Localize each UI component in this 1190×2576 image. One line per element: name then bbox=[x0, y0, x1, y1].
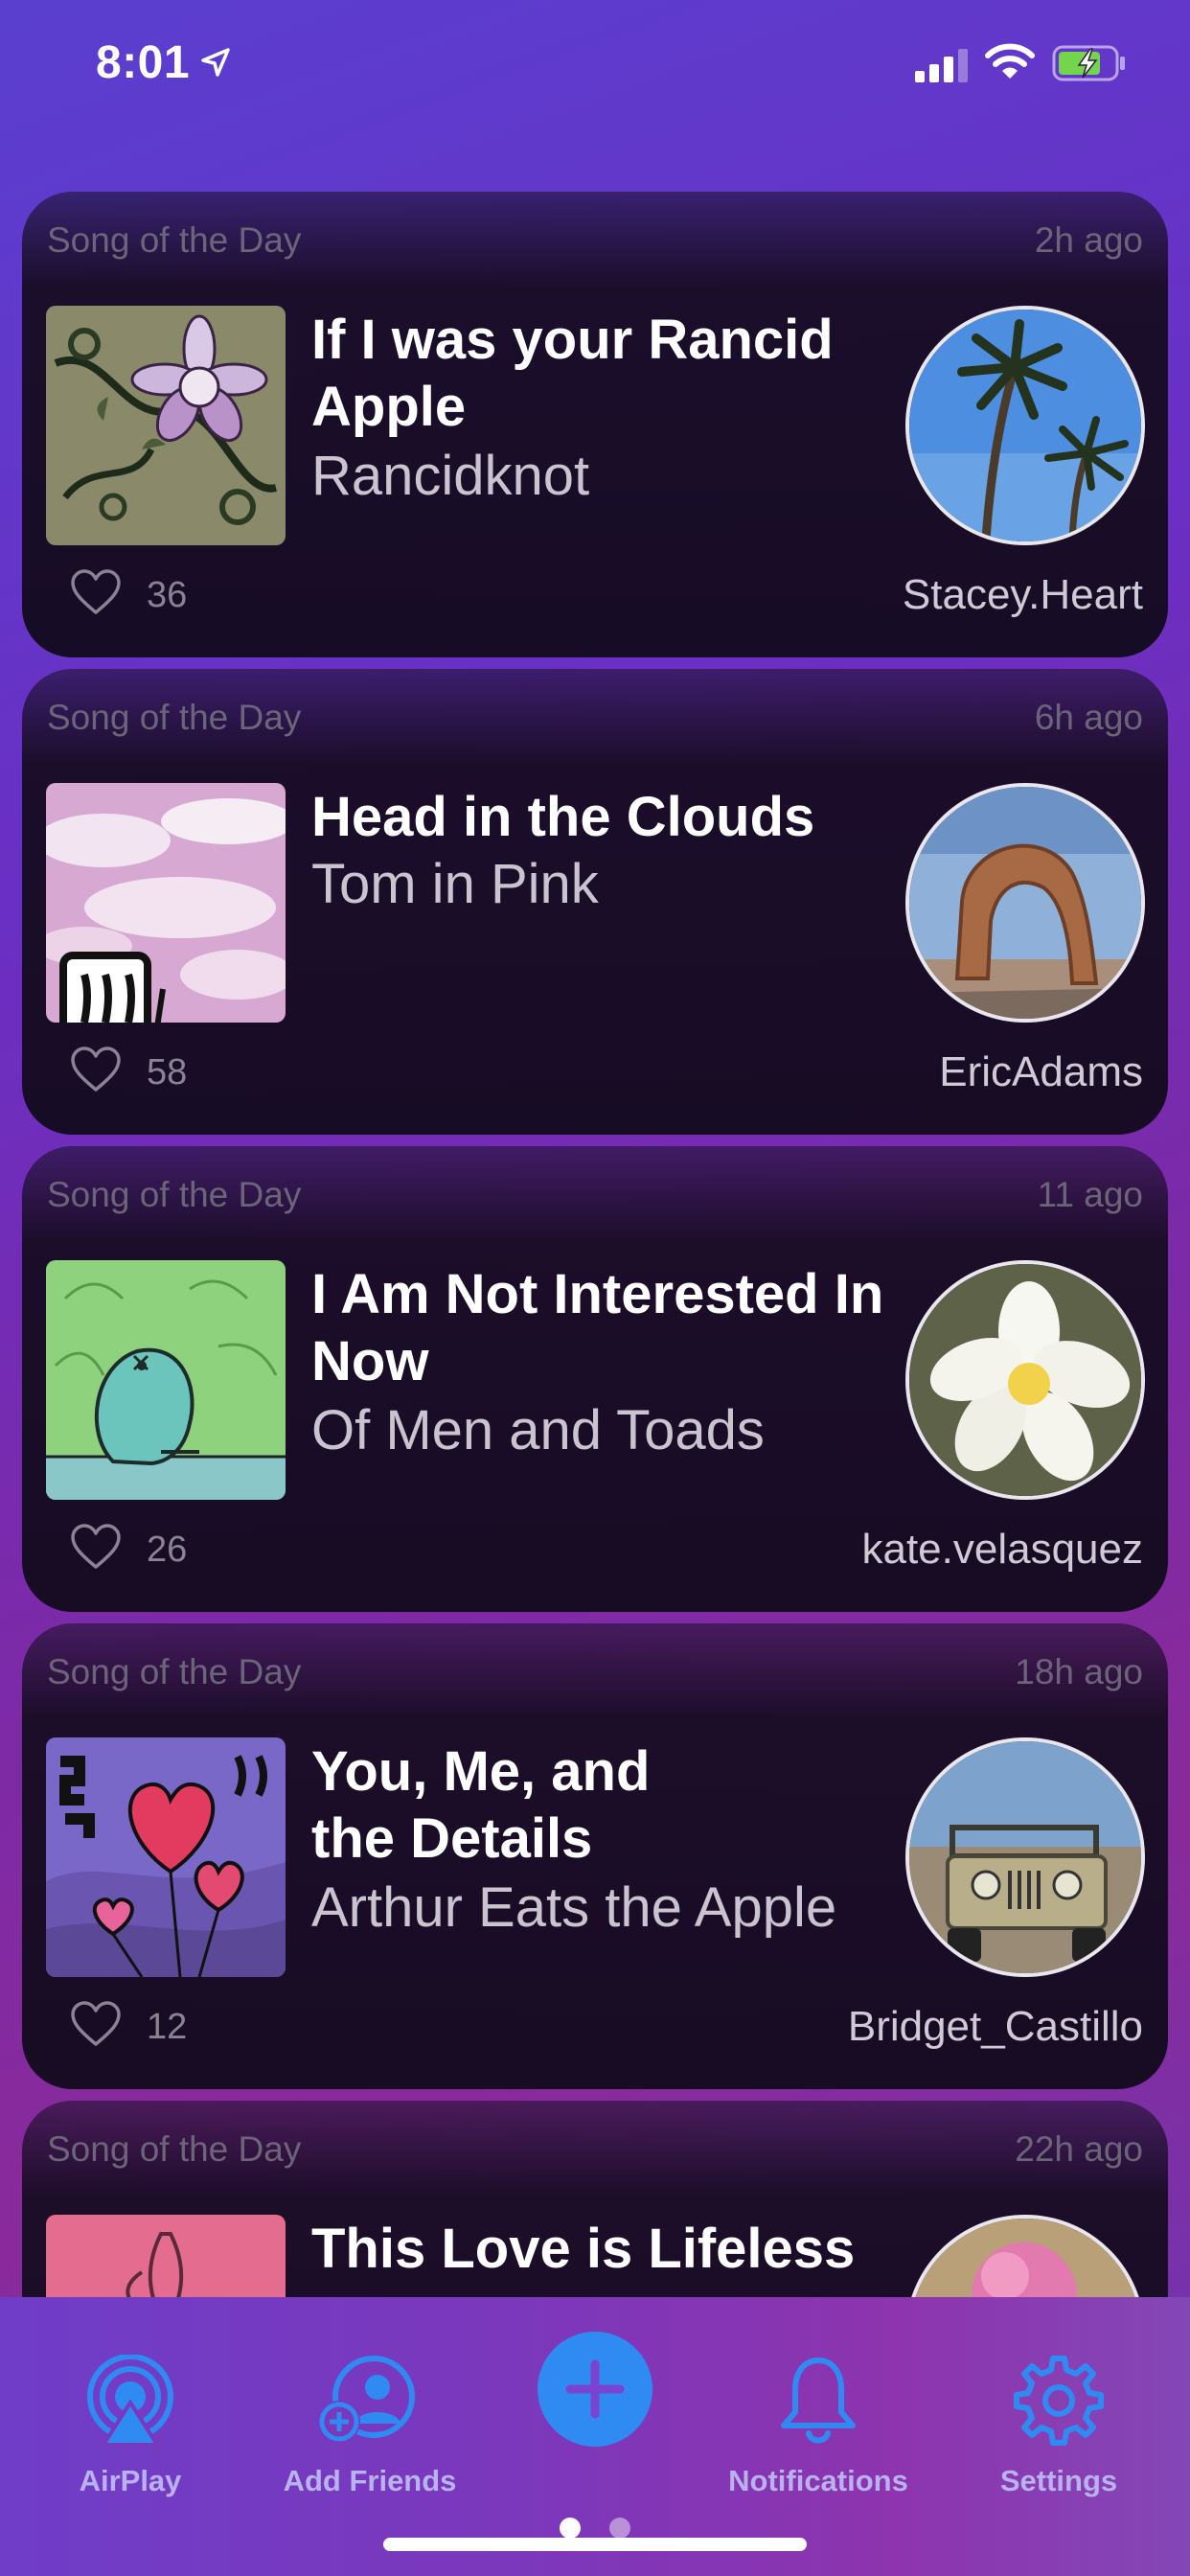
battery-charging-icon bbox=[1052, 45, 1125, 81]
song-artist[interactable]: Of Men and Toads bbox=[311, 1397, 765, 1464]
stone-arch-avatar[interactable] bbox=[905, 783, 1145, 1023]
username[interactable]: EricAdams bbox=[939, 1048, 1143, 1096]
song-artist[interactable]: Tom in Pink bbox=[311, 851, 599, 918]
tab-label: Add Friends bbox=[283, 2464, 457, 2497]
song-title[interactable]: If I was your Rancid Apple bbox=[311, 307, 905, 441]
location-arrow-icon bbox=[201, 48, 230, 77]
song-card[interactable]: Song of the Day 2h ago If I was your Ran… bbox=[22, 192, 1168, 657]
cellular-signal-icon bbox=[915, 49, 968, 82]
bell-icon bbox=[781, 2358, 856, 2444]
tab-notifications[interactable]: Notifications bbox=[722, 2355, 914, 2498]
pink-plant-album-art[interactable] bbox=[46, 2215, 286, 2297]
tab-airplay[interactable]: AirPlay bbox=[34, 2355, 226, 2498]
airplay-icon bbox=[87, 2355, 173, 2447]
song-title[interactable]: Head in the Clouds bbox=[311, 784, 905, 851]
card-label: Song of the Day bbox=[47, 1175, 302, 1214]
song-title[interactable]: This Love is Lifeless bbox=[311, 2216, 982, 2283]
username[interactable]: Stacey.Heart bbox=[903, 571, 1143, 619]
tab-label: Notifications bbox=[728, 2464, 908, 2497]
page-dot[interactable] bbox=[609, 2518, 630, 2539]
white-flower-avatar[interactable] bbox=[905, 1260, 1145, 1500]
pink-clouds-album-art[interactable] bbox=[46, 783, 286, 1023]
tab-settings[interactable]: Settings bbox=[963, 2355, 1155, 2498]
song-card[interactable]: Song of the Day 22h ago This Love is Lif… bbox=[22, 2101, 1168, 2297]
gear-icon bbox=[1014, 2356, 1104, 2446]
home-indicator[interactable] bbox=[383, 2538, 807, 2551]
page-dot-active[interactable] bbox=[560, 2518, 581, 2539]
add-friend-icon bbox=[318, 2356, 415, 2443]
heart-icon[interactable] bbox=[70, 2000, 122, 2048]
tab-label: AirPlay bbox=[79, 2464, 182, 2497]
song-title[interactable]: You, Me, and the Details bbox=[311, 1738, 695, 1873]
card-time-ago: 2h ago bbox=[1034, 220, 1143, 260]
add-song-button[interactable] bbox=[538, 2332, 652, 2447]
card-time-ago: 6h ago bbox=[1034, 698, 1143, 737]
like-count: 12 bbox=[147, 2007, 188, 2047]
palm-trees-avatar[interactable] bbox=[905, 306, 1145, 545]
like-count: 36 bbox=[147, 575, 188, 615]
song-artist[interactable]: Arthur Eats the Apple bbox=[311, 1874, 836, 1942]
tab-label: Settings bbox=[999, 2464, 1118, 2497]
card-label: Song of the Day bbox=[47, 2129, 302, 2169]
card-time-ago: 18h ago bbox=[1015, 1652, 1143, 1691]
song-feed[interactable]: Song of the Day 2h ago If I was your Ran… bbox=[22, 192, 1168, 2297]
tab-add-friends[interactable]: Add Friends bbox=[274, 2355, 466, 2498]
username[interactable]: Bridget_Castillo bbox=[848, 2003, 1143, 2051]
song-card[interactable]: Song of the Day 11 ago I Am Not Interest… bbox=[22, 1146, 1168, 1612]
floral-vine-album-art[interactable] bbox=[46, 306, 286, 545]
username[interactable]: kate.velasquez bbox=[861, 1526, 1143, 1574]
heart-balloons-album-art[interactable] bbox=[46, 1737, 286, 1977]
heart-icon[interactable] bbox=[70, 1523, 122, 1571]
heart-icon[interactable] bbox=[70, 1046, 122, 1093]
card-label: Song of the Day bbox=[47, 1652, 302, 1691]
card-time-ago: 11 ago bbox=[1037, 1175, 1143, 1214]
like-count: 26 bbox=[147, 1530, 188, 1570]
green-frog-album-art[interactable] bbox=[46, 1260, 286, 1500]
song-card[interactable]: Song of the Day 6h ago Head in the Cloud… bbox=[22, 669, 1168, 1135]
tab-bar: AirPlay Add Friends Notifications Settin… bbox=[0, 2297, 1190, 2576]
like-count: 58 bbox=[147, 1052, 188, 1092]
status-time: 8:01 bbox=[96, 37, 191, 88]
plus-icon bbox=[565, 2359, 625, 2419]
song-artist[interactable]: Rancidknot bbox=[311, 443, 589, 510]
card-label: Song of the Day bbox=[47, 220, 302, 260]
heart-icon[interactable] bbox=[70, 568, 122, 616]
wifi-icon bbox=[985, 43, 1035, 79]
card-label: Song of the Day bbox=[47, 698, 302, 737]
song-card[interactable]: Song of the Day 18h ago You, Me, and the… bbox=[22, 1623, 1168, 2089]
song-title[interactable]: I Am Not Interested In Now bbox=[311, 1261, 905, 1395]
card-time-ago: 22h ago bbox=[1015, 2129, 1143, 2169]
status-bar: 8:01 bbox=[0, 0, 1190, 129]
old-jeep-avatar[interactable] bbox=[905, 1737, 1145, 1977]
